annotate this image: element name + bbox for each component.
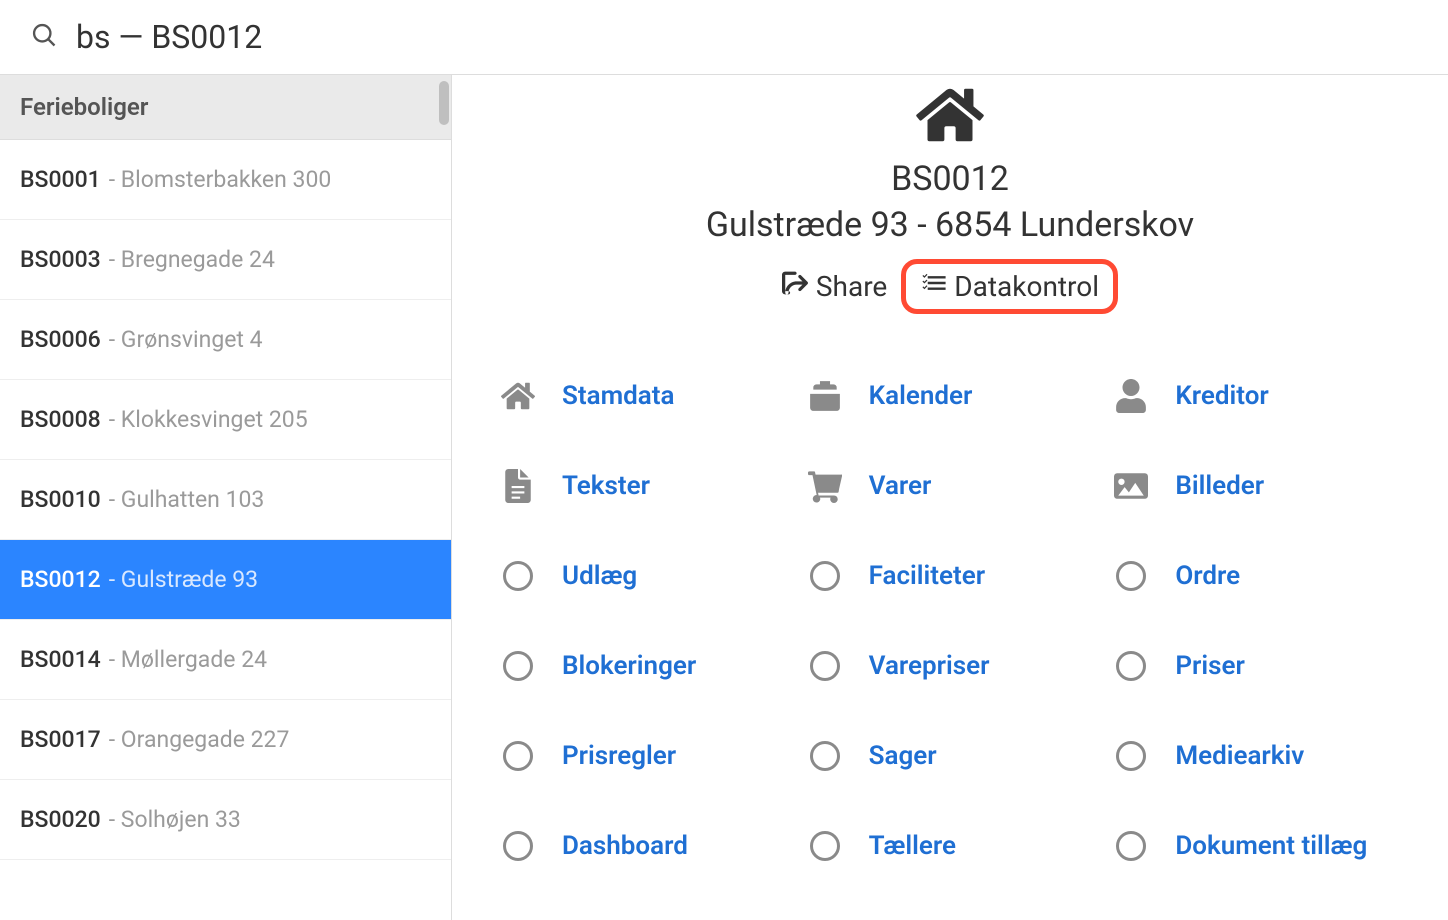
nav-item-label: Dokument tillæg (1175, 831, 1367, 861)
nav-item-label: Faciliteter (869, 561, 985, 591)
nav-item-label: Prisregler (562, 741, 676, 771)
property-address: Gulstræde 93 - 6854 Lunderskov (706, 205, 1194, 245)
nav-item[interactable]: Prisregler (500, 738, 787, 774)
scrollbar-thumb[interactable] (439, 81, 449, 125)
nav-item-label: Ordre (1175, 561, 1240, 591)
nav-item[interactable]: Dokument tillæg (1113, 828, 1400, 864)
nav-item[interactable]: Blokeringer (500, 648, 787, 684)
nav-item-label: Mediearkiv (1175, 741, 1304, 771)
share-button[interactable]: Share (782, 270, 887, 303)
nav-item[interactable]: Kalender (807, 378, 1094, 414)
sidebar-item[interactable]: BS0010 - Gulhatten 103 (0, 460, 451, 540)
main-panel: BS0012 Gulstræde 93 - 6854 Lunderskov Sh… (452, 75, 1448, 920)
nav-item-label: Stamdata (562, 381, 674, 411)
checklist-icon (920, 270, 946, 303)
circle-icon (807, 648, 843, 684)
sidebar-item[interactable]: BS0012 - Gulstræde 93 (0, 540, 451, 620)
nav-item[interactable]: Tællere (807, 828, 1094, 864)
circle-icon (1113, 648, 1149, 684)
circle-icon (500, 558, 536, 594)
image-icon (1113, 468, 1149, 504)
nav-item-label: Sager (869, 741, 937, 771)
house-icon (915, 85, 985, 149)
circle-icon (1113, 558, 1149, 594)
datakontrol-button[interactable]: Datakontrol (901, 259, 1118, 314)
nav-item[interactable]: Mediearkiv (1113, 738, 1400, 774)
nav-grid: Stamdata Kalender Kreditor Tekster Varer Bill… (500, 378, 1400, 864)
sidebar-item-name: - Solhøjen 33 (109, 806, 241, 833)
circle-icon (1113, 828, 1149, 864)
sidebar-item-code: BS0017 (20, 726, 101, 753)
sidebar-item-name: - Gulhatten 103 (109, 486, 265, 513)
nav-item[interactable]: Sager (807, 738, 1094, 774)
nav-item-label: Kalender (869, 381, 973, 411)
document-icon (500, 468, 536, 504)
sidebar-item-name: - Gulstræde 93 (109, 566, 258, 593)
sidebar-item[interactable]: BS0014 - Møllergade 24 (0, 620, 451, 700)
sidebar-item-name: - Grønsvinget 4 (109, 326, 263, 353)
nav-item-label: Tekster (562, 471, 650, 501)
sidebar-item-name: - Møllergade 24 (109, 646, 267, 673)
circle-icon (500, 828, 536, 864)
search-input[interactable]: bs — BS0012 (76, 18, 262, 56)
sidebar-item-name: - Bregnegade 24 (109, 246, 275, 273)
share-label: Share (816, 270, 887, 303)
nav-item-label: Varepriser (869, 651, 990, 681)
share-icon (782, 270, 808, 303)
nav-item[interactable]: Kreditor (1113, 378, 1400, 414)
nav-item[interactable]: Varer (807, 468, 1094, 504)
sidebar-item-code: BS0012 (20, 566, 101, 593)
nav-item-label: Kreditor (1175, 381, 1268, 411)
nav-item[interactable]: Udlæg (500, 558, 787, 594)
cart-icon (807, 468, 843, 504)
nav-item-label: Udlæg (562, 561, 637, 591)
sidebar-item[interactable]: BS0008 - Klokkesvinget 205 (0, 380, 451, 460)
sidebar: Ferieboliger BS0001- Blomsterbakken 300B… (0, 75, 452, 920)
sidebar-item[interactable]: BS0003 - Bregnegade 24 (0, 220, 451, 300)
sidebar-item-code: BS0008 (20, 406, 101, 433)
nav-item[interactable]: Varepriser (807, 648, 1094, 684)
nav-item[interactable]: Faciliteter (807, 558, 1094, 594)
circle-icon (500, 648, 536, 684)
user-icon (1113, 378, 1149, 414)
search-bar: bs — BS0012 (0, 0, 1448, 75)
sidebar-item-code: BS0020 (20, 806, 101, 833)
nav-item-label: Blokeringer (562, 651, 696, 681)
nav-item-label: Billeder (1175, 471, 1264, 501)
nav-item[interactable]: Stamdata (500, 378, 787, 414)
circle-icon (807, 828, 843, 864)
nav-item[interactable]: Priser (1113, 648, 1400, 684)
calendar-icon (807, 378, 843, 414)
sidebar-item[interactable]: BS0006 - Grønsvinget 4 (0, 300, 451, 380)
home-icon (500, 378, 536, 414)
circle-icon (1113, 738, 1149, 774)
sidebar-item-code: BS0003 (20, 246, 101, 273)
datakontrol-label: Datakontrol (954, 270, 1099, 303)
circle-icon (807, 558, 843, 594)
nav-item[interactable]: Dashboard (500, 828, 787, 864)
sidebar-item-name: - Klokkesvinget 205 (109, 406, 308, 433)
sidebar-header: Ferieboliger (0, 75, 451, 140)
circle-icon (807, 738, 843, 774)
sidebar-item[interactable]: BS0017 - Orangegade 227 (0, 700, 451, 780)
nav-item-label: Tællere (869, 831, 956, 861)
sidebar-item-name: - Blomsterbakken 300 (109, 166, 332, 193)
sidebar-item-name: - Orangegade 227 (109, 726, 290, 753)
sidebar-item-code: BS0010 (20, 486, 101, 513)
nav-item-label: Varer (869, 471, 932, 501)
nav-item-label: Dashboard (562, 831, 688, 861)
property-code: BS0012 (891, 159, 1009, 199)
sidebar-item-code: BS0014 (20, 646, 101, 673)
circle-icon (500, 738, 536, 774)
nav-item[interactable]: Ordre (1113, 558, 1400, 594)
sidebar-item[interactable]: BS0001 - Blomsterbakken 300 (0, 140, 451, 220)
sidebar-item-code: BS0006 (20, 326, 101, 353)
nav-item-label: Priser (1175, 651, 1245, 681)
nav-item[interactable]: Billeder (1113, 468, 1400, 504)
search-icon[interactable] (30, 21, 76, 53)
sidebar-item-code: BS0001 (20, 166, 101, 193)
nav-item[interactable]: Tekster (500, 468, 787, 504)
sidebar-item[interactable]: BS0020 - Solhøjen 33 (0, 780, 451, 860)
